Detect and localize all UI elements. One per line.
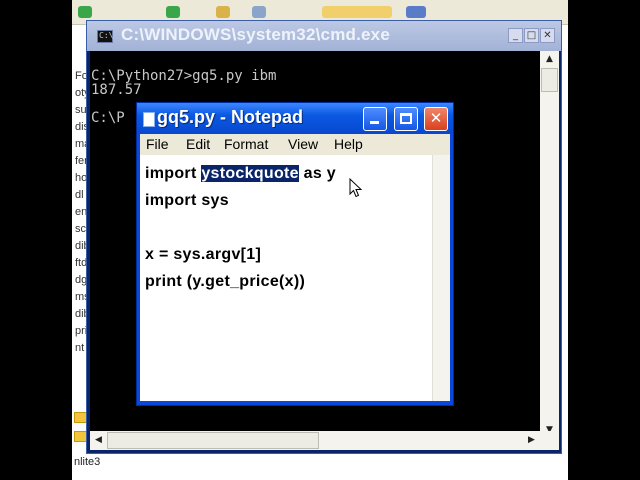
selected-text: ystockquote [201, 165, 299, 182]
cmd-window-icon[interactable]: C:\ [97, 30, 113, 43]
cmd-horizontal-scrollbar[interactable]: ◀ ▶ [90, 431, 540, 450]
notepad-maximize-button[interactable] [394, 107, 418, 131]
code-line: print (y.get_price(x)) [145, 273, 306, 290]
scroll-left-arrow-icon[interactable]: ◀ [90, 431, 107, 450]
code-text: import [145, 165, 202, 182]
notepad-vertical-scrollbar[interactable] [432, 155, 450, 401]
mouse-cursor-icon [349, 177, 363, 198]
notepad-text[interactable]: import ystockquote as y import sys x = s… [140, 155, 430, 401]
notepad-icon[interactable] [143, 112, 155, 127]
code-line: x = sys.argv[1] [145, 246, 262, 263]
menu-help[interactable]: Help [334, 136, 363, 152]
notepad-title: gq5.py - Notepad [157, 107, 304, 127]
code-line: import sys [145, 192, 229, 209]
cmd-maximize-button[interactable]: □ [524, 28, 539, 43]
code-line: import ystockquote as y [145, 165, 336, 183]
up-folder-icon [216, 6, 230, 18]
notepad-minimize-button[interactable] [363, 107, 387, 131]
menu-view[interactable]: View [288, 136, 318, 152]
forward-arrow-icon [166, 6, 180, 18]
cmd-minimize-button[interactable]: _ [508, 28, 523, 43]
scroll-up-arrow-icon[interactable]: ▲ [540, 51, 559, 68]
resize-grip-icon[interactable] [540, 431, 559, 450]
maximize-icon [400, 113, 412, 124]
menu-file[interactable]: File [146, 136, 169, 152]
console-line: 187.57 [91, 82, 142, 98]
notepad-menubar: File Edit Format View Help [140, 134, 450, 155]
menu-edit[interactable]: Edit [186, 136, 210, 152]
cmd-vertical-scroll-thumb[interactable] [541, 68, 558, 92]
notepad-close-button[interactable]: ✕ [424, 107, 448, 131]
scroll-right-arrow-icon[interactable]: ▶ [523, 431, 540, 450]
code-text: as y [298, 165, 336, 182]
cmd-close-button[interactable]: ✕ [540, 28, 555, 43]
cmd-title: C:\WINDOWS\system32\cmd.exe [121, 25, 390, 44]
cmd-horizontal-scroll-thumb[interactable] [107, 432, 319, 449]
views-icon [406, 6, 426, 18]
notepad-text-area[interactable]: import ystockquote as y import sys x = s… [140, 155, 450, 401]
notepad-titlebar[interactable]: gq5.py - Notepad ✕ [137, 103, 453, 134]
notepad-window[interactable]: gq5.py - Notepad ✕ File Edit Format View… [136, 102, 454, 406]
cmd-titlebar[interactable]: C:\ C:\WINDOWS\system32\cmd.exe _ □ ✕ [87, 21, 561, 51]
back-arrow-icon [78, 6, 92, 18]
menu-format[interactable]: Format [224, 136, 268, 152]
cmd-vertical-scrollbar[interactable]: ▲ ▼ [540, 51, 559, 439]
folders-icon [322, 6, 392, 18]
cmd-icon-glyph: C:\ [99, 31, 114, 40]
console-line: C:\Python27>gq5.py ibm [91, 68, 277, 84]
background-status-text: nlite3 [72, 455, 568, 480]
background-file-label: nlite3 [74, 456, 101, 468]
search-icon [252, 6, 266, 18]
minimize-icon [370, 121, 379, 124]
